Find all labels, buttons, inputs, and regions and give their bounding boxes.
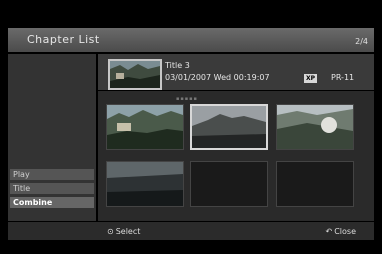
title-day: Wed — [213, 73, 232, 82]
scroll-indicator: ▪▪▪▪▪ — [176, 96, 198, 102]
mode-badge: XP — [304, 74, 318, 83]
program-number: PR-11 — [331, 73, 355, 82]
menu-panel — [8, 54, 96, 221]
select-label: Select — [115, 227, 141, 236]
chapter-thumbnail-3[interactable] — [276, 104, 354, 150]
menu-item-combine[interactable]: Combine — [10, 197, 94, 208]
chapter-thumbnail-2[interactable] — [190, 104, 268, 150]
chapter-list-screen: Chapter List 2/4 Title 3 03/01/2007 Wed … — [0, 0, 382, 254]
menu-item-title[interactable]: Title — [10, 183, 94, 194]
footer-bar — [8, 222, 374, 240]
title-thumbnail — [108, 59, 162, 90]
title-datetime: 03/01/2007 Wed 00:19:07 — [165, 73, 270, 82]
page-title: Chapter List — [27, 33, 100, 46]
chapter-thumbnail-1[interactable] — [106, 104, 184, 150]
title-date: 03/01/2007 — [165, 73, 212, 82]
select-hint: ⊙ Select — [107, 227, 140, 236]
close-label: Close — [334, 227, 356, 236]
close-hint: ↶ Close — [326, 227, 357, 236]
title-time: 00:19:07 — [233, 73, 270, 82]
select-icon: ⊙ — [107, 227, 114, 236]
page-indicator: 2/4 — [355, 37, 368, 46]
chapter-thumbnail-4[interactable] — [106, 161, 184, 207]
title-name: Title 3 — [165, 61, 190, 70]
return-icon: ↶ — [325, 227, 333, 236]
chapter-thumbnail-empty-2 — [276, 161, 354, 207]
chapter-thumbnail-empty-1 — [190, 161, 268, 207]
menu-item-play[interactable]: Play — [10, 169, 94, 180]
